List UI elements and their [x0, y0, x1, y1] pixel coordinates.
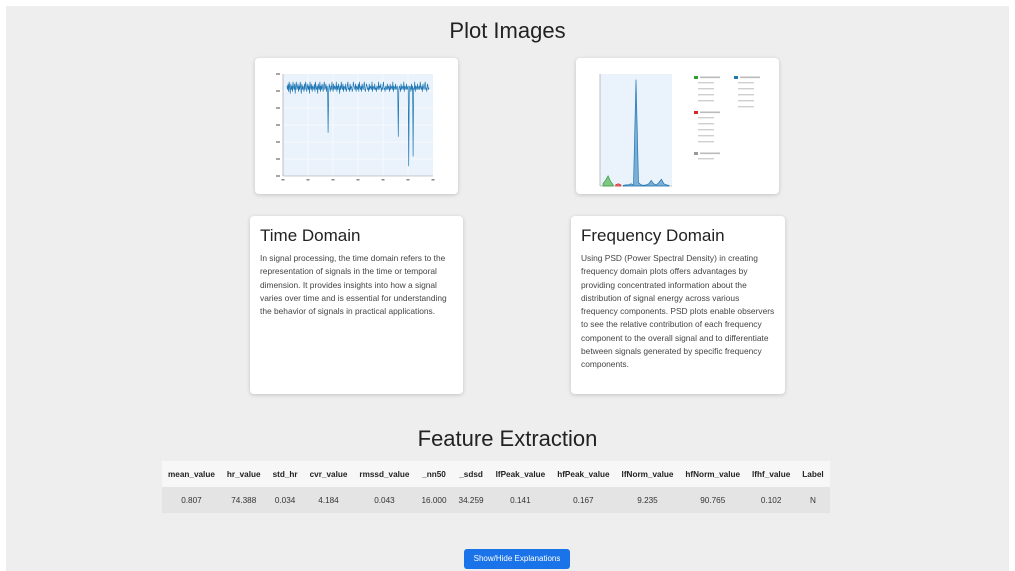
table-cell: 0.141 — [489, 487, 552, 513]
feature-table: mean_value hr_value std_hr cvr_value rmssd_v… — [162, 461, 830, 513]
column-header: hr_value — [220, 461, 267, 487]
table-cell: 0.102 — [746, 487, 797, 513]
x-tick — [306, 179, 310, 181]
legend-text-line — [698, 94, 714, 96]
plot-images-heading: Plot Images — [449, 18, 566, 43]
table-cell: 90.765 — [679, 487, 747, 513]
column-header: lfPeak_value — [489, 461, 552, 487]
legend-text-line — [698, 82, 714, 84]
legend-text-line — [738, 82, 754, 84]
legend-text-line — [740, 76, 760, 79]
table-cell: 16.000 — [415, 487, 453, 513]
column-header: lfNorm_value — [615, 461, 680, 487]
x-tick — [381, 179, 385, 181]
legend-text-line — [738, 106, 754, 108]
frequency-domain-text: Using PSD (Power Spectral Density) in cr… — [581, 253, 775, 370]
table-cell: 4.184 — [303, 487, 354, 513]
table-cell: N — [796, 487, 830, 513]
legend-text-line — [700, 111, 720, 114]
column-header: hfPeak_value — [551, 461, 616, 487]
legend-text-line — [698, 123, 714, 125]
y-tick — [276, 124, 280, 126]
column-header: _sdsd — [452, 461, 490, 487]
legend-text-line — [698, 158, 714, 160]
legend-text-line — [738, 88, 754, 90]
legend-swatch — [694, 152, 698, 155]
x-tick — [281, 179, 285, 181]
table-cell: 9.235 — [615, 487, 680, 513]
x-tick — [331, 179, 335, 181]
y-tick — [276, 73, 280, 75]
column-header: cvr_value — [303, 461, 354, 487]
time-domain-text: In signal processing, the time domain re… — [260, 253, 447, 317]
y-tick — [276, 107, 280, 109]
legend-swatch — [694, 76, 698, 79]
legend-swatch — [694, 111, 698, 114]
table-header-row: mean_value hr_value std_hr cvr_value rmssd_v… — [162, 461, 830, 487]
legend-text-line — [698, 100, 714, 102]
column-header: rmssd_value — [353, 461, 416, 487]
frequency-domain-title: Frequency Domain — [581, 226, 725, 245]
time-domain-card: Time Domain In signal processing, the ti… — [250, 216, 463, 394]
x-tick — [406, 179, 410, 181]
frequency-domain-plot-card — [576, 58, 779, 194]
time-domain-plot — [276, 73, 435, 181]
legend-text-line — [700, 152, 720, 155]
table-cell: 0.034 — [266, 487, 304, 513]
y-tick — [276, 90, 280, 92]
legend-swatch — [734, 76, 738, 79]
column-header: _nn50 — [415, 461, 453, 487]
column-header: Label — [796, 461, 830, 487]
column-header: std_hr — [266, 461, 304, 487]
legend-text-line — [698, 88, 714, 90]
table-cell: 0.043 — [353, 487, 416, 513]
y-tick — [276, 158, 280, 160]
table-cell: 74.388 — [220, 487, 267, 513]
legend-text-line — [738, 94, 754, 96]
legend-text-line — [698, 141, 714, 143]
legend-text-line — [700, 76, 720, 79]
frequency-domain-plot — [599, 74, 760, 187]
legend — [694, 76, 760, 160]
column-header: mean_value — [162, 461, 221, 487]
table-cell: 34.259 — [452, 487, 490, 513]
legend-text-line — [698, 135, 714, 137]
y-tick — [276, 175, 280, 177]
legend-text-line — [698, 129, 714, 131]
table-row: 0.807 74.388 0.034 4.184 0.043 16.000 34.259 0.… — [162, 487, 830, 513]
x-tick — [356, 179, 360, 181]
column-header: hfNorm_value — [679, 461, 747, 487]
page-container: Plot Images Time Domain In signal proces… — [6, 6, 1009, 571]
table-cell: 0.167 — [551, 487, 616, 513]
table-cell: 0.807 — [162, 487, 221, 513]
frequency-domain-card: Frequency Domain Using PSD (Power Spectr… — [571, 216, 785, 394]
y-tick — [276, 141, 280, 143]
time-domain-plot-card — [255, 58, 458, 194]
legend-text-line — [738, 100, 754, 102]
feature-extraction-heading: Feature Extraction — [417, 426, 598, 451]
time-domain-title: Time Domain — [260, 226, 361, 245]
show-hide-explanations-button[interactable]: Show/Hide Explanations — [464, 549, 570, 569]
column-header: lfhf_value — [746, 461, 797, 487]
legend-text-line — [698, 117, 714, 119]
x-tick — [431, 179, 435, 181]
